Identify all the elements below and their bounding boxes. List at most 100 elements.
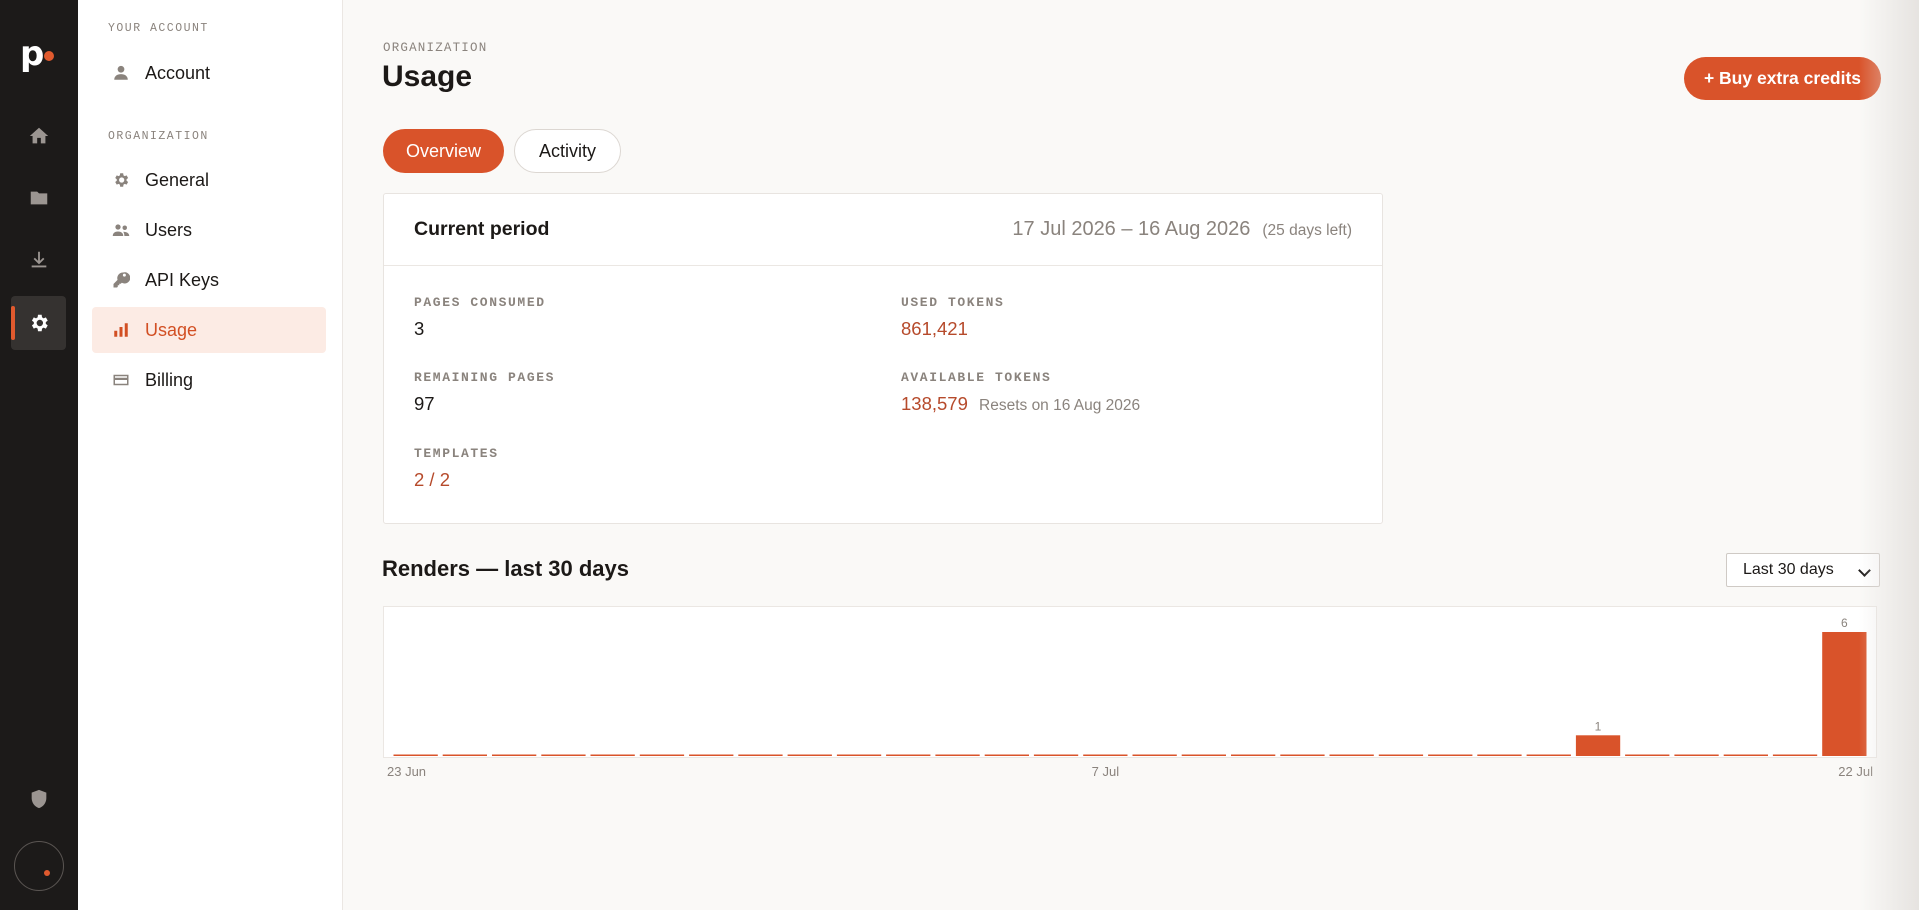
chart-bar[interactable] <box>442 754 487 757</box>
sidebar-item-usage[interactable]: Usage <box>92 307 326 353</box>
gear-icon <box>115 173 129 187</box>
key-icon <box>113 272 130 288</box>
avatar-dot <box>44 870 50 876</box>
card-title: Current period <box>414 218 550 240</box>
sidebar-item-account[interactable]: Account <box>92 50 326 96</box>
sidebar-item-general[interactable]: General <box>92 157 326 203</box>
chart-bar[interactable] <box>1329 754 1374 757</box>
sidebar-item-label: Usage <box>145 319 198 340</box>
user-avatar[interactable] <box>14 841 64 891</box>
folder-icon <box>30 191 47 205</box>
tab-overview[interactable]: Overview <box>383 129 504 173</box>
used-tokens-label: USED TOKENS <box>901 295 1005 310</box>
sidebar-item-label: Account <box>145 62 211 83</box>
card-header: Current period 17 Jul 2026 – 16 Aug 2026… <box>384 194 1382 266</box>
period-range: 17 Jul 2026 – 16 Aug 2026 (25 days left) <box>1012 218 1352 241</box>
person-icon <box>114 65 128 80</box>
range-select[interactable]: Last 30 days <box>1726 553 1880 587</box>
chart-bar[interactable] <box>886 754 931 757</box>
page-title: Usage <box>382 60 473 93</box>
credit-card-icon <box>113 374 129 386</box>
chart-bar[interactable] <box>1083 754 1128 757</box>
sidebar-item-label: API Keys <box>145 269 220 290</box>
sidebar-item-label: Billing <box>145 369 194 390</box>
templates-label: TEMPLATES <box>414 446 499 461</box>
download-icon <box>31 251 46 268</box>
sidebar-item-label: General <box>145 169 210 190</box>
chart-bar[interactable] <box>1033 754 1079 757</box>
sidebar-item-users[interactable]: Users <box>92 207 326 253</box>
current-period-card: Current period 17 Jul 2026 – 16 Aug 2026… <box>383 193 1383 524</box>
chart-bar[interactable] <box>1428 754 1473 757</box>
chart-bar[interactable] <box>689 754 734 757</box>
remaining-pages-value: 97 <box>414 393 435 414</box>
chart-bar[interactable] <box>1526 754 1571 757</box>
settings-sidebar: YOUR ACCOUNT Account ORGANIZATION Genera… <box>78 0 343 910</box>
templates-value: 2 / 2 <box>414 469 450 490</box>
chart-bar[interactable] <box>590 754 635 757</box>
rail-downloads-button[interactable] <box>11 233 66 287</box>
x-tick-label: 23 Jun <box>387 764 426 779</box>
range-select-value: Last 30 days <box>1743 561 1834 578</box>
period-dates: 17 Jul 2026 – 16 Aug 2026 <box>1012 218 1251 240</box>
renders-bar-chart: 1 6 23 Jun 7 Jul 22 Jul <box>387 616 1873 779</box>
logo-letter: p <box>20 34 45 74</box>
used-tokens-value: 861,421 <box>901 318 968 339</box>
chart-bar[interactable] <box>1231 754 1276 757</box>
home-icon <box>29 127 48 144</box>
chart-bar[interactable] <box>1575 735 1621 756</box>
chart-bar[interactable] <box>1822 632 1867 756</box>
chart-bar[interactable] <box>492 754 537 757</box>
x-tick-label: 22 Jul <box>1838 764 1873 779</box>
pages-consumed-label: PAGES CONSUMED <box>414 295 546 310</box>
chart-bar[interactable] <box>393 754 438 757</box>
section-label-organization: ORGANIZATION <box>108 130 209 143</box>
sidebar-item-billing[interactable]: Billing <box>92 357 326 403</box>
buy-extra-credits-button[interactable]: + Buy extra credits <box>1684 57 1881 100</box>
rail-home-button[interactable] <box>11 109 66 163</box>
sidebar-item-label: Users <box>145 219 193 240</box>
chevron-down-icon <box>1858 564 1871 577</box>
chart-bar[interactable] <box>935 754 980 757</box>
users-icon <box>112 224 130 236</box>
bar-value-label: 6 <box>1841 616 1848 630</box>
bar-value-label: 1 <box>1595 719 1602 733</box>
nav-rail: p <box>0 0 78 910</box>
chart-bar[interactable] <box>1280 754 1325 757</box>
x-tick-label: 7 Jul <box>1092 764 1120 779</box>
chart-bar[interactable] <box>1625 754 1670 757</box>
available-tokens-row: 138,579 Resets on 16 Aug 2026 <box>901 393 1140 415</box>
days-left: (25 days left) <box>1262 222 1352 239</box>
chart-bar[interactable] <box>1378 754 1424 757</box>
chart-bar[interactable] <box>639 754 685 757</box>
section-label-account: YOUR ACCOUNT <box>108 22 209 35</box>
bar-chart-icon <box>114 323 128 337</box>
shield-icon <box>31 789 46 809</box>
chart-bar[interactable] <box>541 754 586 757</box>
chart-bar[interactable] <box>1181 754 1226 757</box>
chart-bar[interactable] <box>1674 754 1719 757</box>
app-logo[interactable]: p <box>20 37 60 73</box>
pages-consumed-value: 3 <box>414 318 425 339</box>
available-tokens-value: 138,579 <box>901 393 968 414</box>
chart-bar[interactable] <box>1772 754 1818 757</box>
logo-dot <box>44 51 54 61</box>
chart-bar[interactable] <box>738 754 783 757</box>
rail-settings-button[interactable] <box>11 296 66 350</box>
chart-bar[interactable] <box>836 754 882 757</box>
rail-security-button[interactable] <box>11 772 66 826</box>
tab-activity[interactable]: Activity <box>514 129 621 173</box>
sidebar-item-api-keys[interactable]: API Keys <box>92 257 326 303</box>
available-tokens-label: AVAILABLE TOKENS <box>901 370 1052 385</box>
settings-icon <box>31 314 48 332</box>
rail-files-button[interactable] <box>11 171 66 225</box>
chart-bar[interactable] <box>1132 754 1177 757</box>
chart-bar[interactable] <box>787 754 832 757</box>
chart-bar[interactable] <box>1477 754 1522 757</box>
remaining-pages-label: REMAINING PAGES <box>414 370 556 385</box>
breadcrumb: ORGANIZATION <box>383 41 488 55</box>
resets-note: Resets on 16 Aug 2026 <box>979 397 1141 414</box>
renders-title: Renders — last 30 days <box>382 556 630 581</box>
chart-bar[interactable] <box>1723 754 1768 757</box>
chart-bar[interactable] <box>984 754 1029 757</box>
